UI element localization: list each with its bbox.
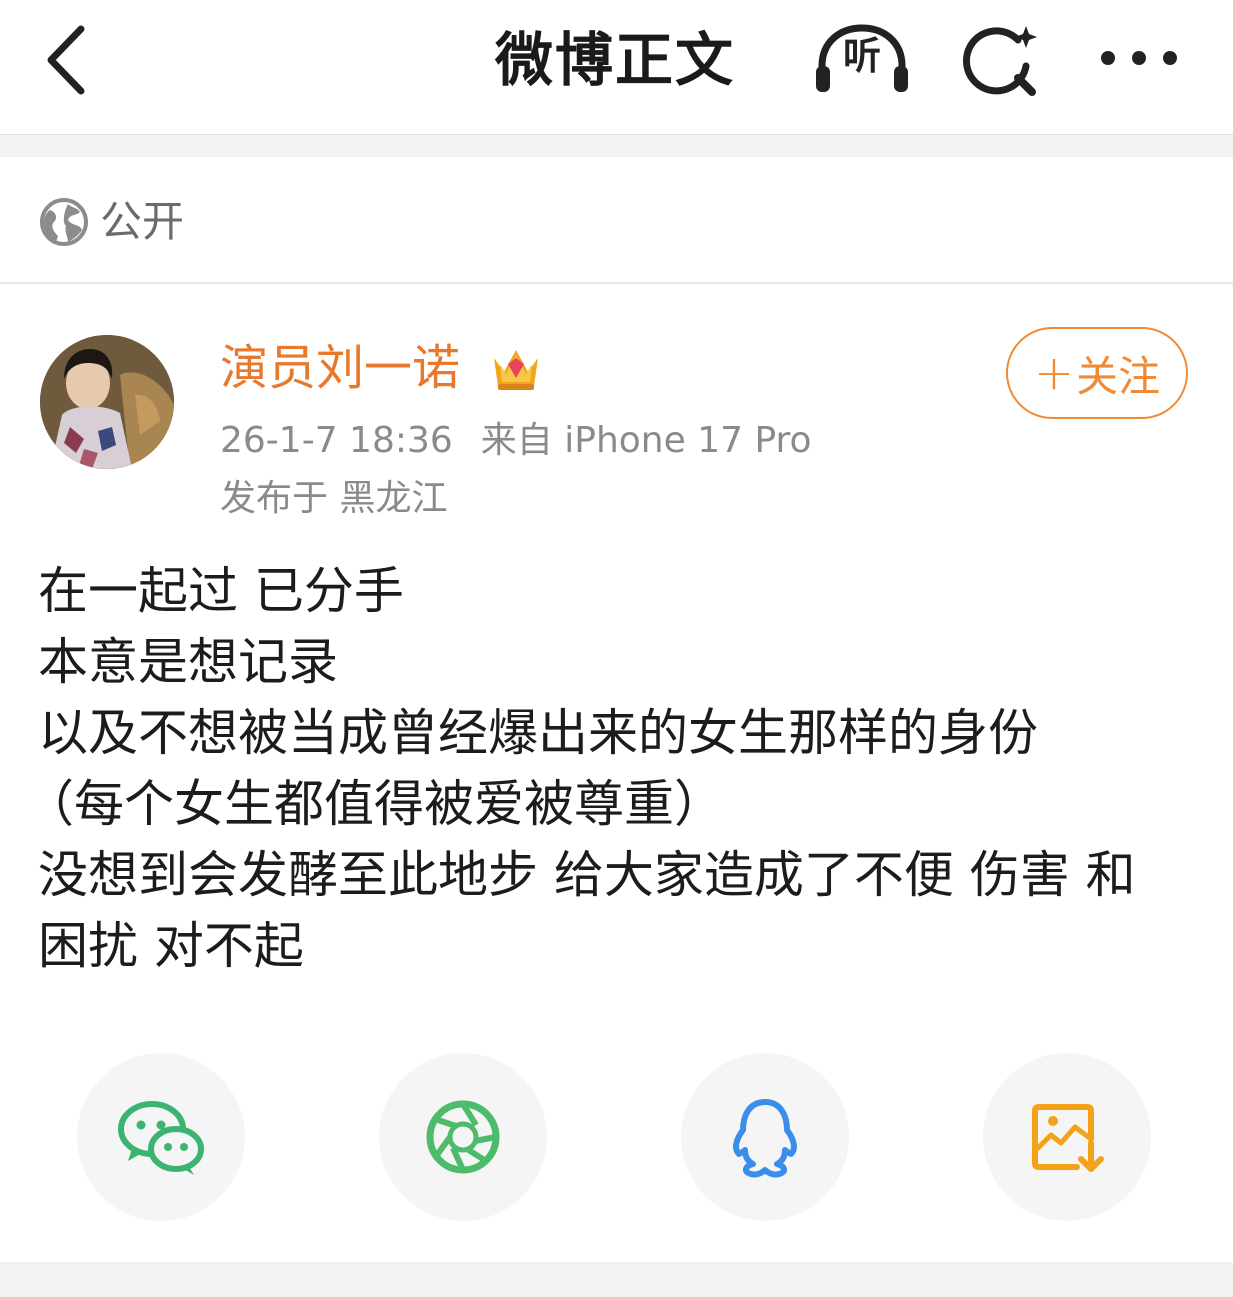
listen-label: 听: [842, 34, 881, 78]
share-save-image-button[interactable]: [983, 1053, 1151, 1221]
author-name[interactable]: 演员刘一诺: [220, 336, 460, 400]
save-image-icon: [1032, 1104, 1104, 1172]
post-line: 困扰 对不起: [38, 917, 304, 975]
more-dots-icon: [1101, 51, 1177, 65]
visibility-row: [0, 156, 1233, 284]
listen-button[interactable]: 听: [812, 22, 912, 98]
avatar[interactable]: [40, 335, 174, 469]
plus-icon: +: [1033, 345, 1075, 401]
post-line: 以及不想被当成曾经爆出来的女生那样的身份: [38, 704, 1038, 762]
post-meta: 26-1-7 18:36 来自 iPhone 17 Pro: [220, 418, 812, 464]
chevron-left-icon: [47, 25, 85, 95]
post-line: 在一起过 已分手: [38, 562, 404, 620]
wechat-icon: [118, 1101, 204, 1175]
post-source: 来自 iPhone 17 Pro: [480, 420, 812, 461]
globe-icon: [40, 198, 88, 246]
post-line: 本意是想记录: [38, 633, 338, 691]
follow-label: 关注: [1076, 351, 1161, 401]
share-moments-button[interactable]: [379, 1053, 547, 1221]
top-nav-bar: 微博正文 听: [0, 0, 1233, 134]
more-options-button[interactable]: [1094, 30, 1184, 86]
search-sparkle-icon: [962, 26, 1037, 96]
visibility-label: 公开: [100, 197, 185, 246]
vip-crown-icon: [494, 350, 538, 390]
search-button[interactable]: [960, 20, 1044, 100]
moments-icon: [426, 1100, 500, 1174]
page-title: 微博正文: [494, 26, 735, 94]
post-time: 26-1-7 18:36: [220, 420, 453, 461]
avatar-image: [40, 335, 174, 469]
share-qq-button[interactable]: [681, 1053, 849, 1221]
footer-band: [0, 1262, 1233, 1297]
post-line: （每个女生都值得被爱被尊重）: [24, 775, 724, 833]
post-location: 发布于 黑龙江: [220, 478, 448, 519]
section-divider: [0, 134, 1233, 157]
follow-button[interactable]: + 关注: [1006, 327, 1188, 419]
back-button[interactable]: [30, 20, 100, 100]
qq-icon: [733, 1099, 797, 1178]
share-wechat-button[interactable]: [77, 1053, 245, 1221]
post-body: 在一起过 已分手 本意是想记录 以及不想被当成曾经爆出来的女生那样的身份 （每个…: [24, 556, 1198, 982]
post-line: 没想到会发酵至此地步 给大家造成了不便 伤害 和: [38, 846, 1136, 904]
